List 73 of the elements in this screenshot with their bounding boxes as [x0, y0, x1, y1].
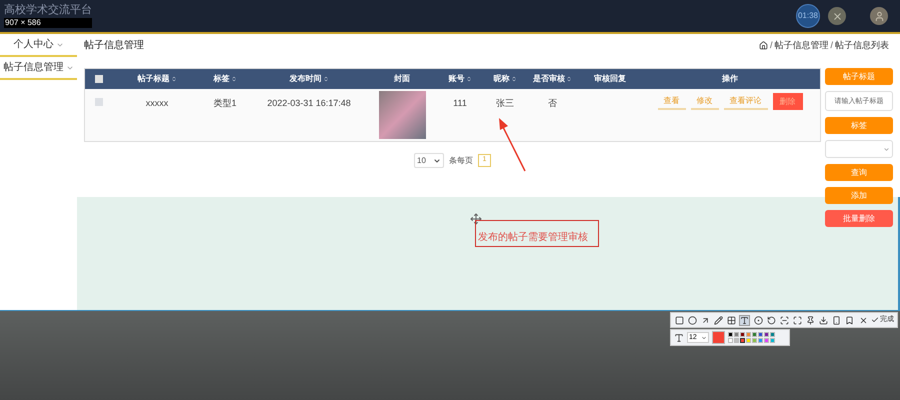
- move-icon[interactable]: [470, 213, 482, 225]
- color-swatch[interactable]: [752, 338, 757, 343]
- select-all-checkbox[interactable]: [95, 75, 103, 83]
- color-swatch[interactable]: [734, 338, 739, 343]
- column-header[interactable]: 发布时间: [290, 73, 322, 85]
- color-swatch[interactable]: [740, 332, 745, 337]
- pencil-icon[interactable]: [713, 314, 724, 326]
- font-icon: [674, 332, 684, 342]
- breadcrumb-item[interactable]: 帖子信息管理: [774, 38, 828, 52]
- caret-icon: [433, 156, 441, 164]
- color-swatch[interactable]: [752, 332, 757, 337]
- close-icon[interactable]: [828, 7, 846, 25]
- table-cell-text: xxxxx: [146, 97, 168, 110]
- color-swatch[interactable]: [764, 338, 769, 343]
- caret-icon: [701, 334, 707, 340]
- app-title: 高校学术交流平台: [4, 4, 92, 18]
- timer-badge: 01:38: [796, 4, 820, 28]
- field-label: 帖子标题: [825, 68, 893, 85]
- breadcrumb-separator: /: [770, 38, 772, 52]
- color-swatch[interactable]: [740, 338, 745, 343]
- page-title: 帖子信息管理: [84, 38, 144, 53]
- breadcrumb-item[interactable]: 帖子信息列表: [835, 38, 889, 52]
- color-swatch[interactable]: [728, 332, 733, 337]
- menu-label: 个人中心: [14, 38, 54, 52]
- circle-icon[interactable]: [687, 314, 698, 326]
- field-label: 标签: [825, 117, 893, 134]
- color-swatch[interactable]: [770, 338, 775, 343]
- current-color-swatch[interactable]: [712, 331, 725, 344]
- avatar-icon[interactable]: [870, 7, 888, 25]
- column-header[interactable]: 帖子标题: [138, 73, 170, 85]
- bookmark-icon[interactable]: [844, 314, 856, 326]
- square-icon[interactable]: [674, 314, 684, 326]
- per-page-label: 条每页: [449, 154, 473, 166]
- column-header[interactable]: 是否审核: [533, 73, 565, 85]
- circle-dot-icon[interactable]: [753, 314, 764, 326]
- column-header[interactable]: 标签: [214, 73, 230, 85]
- column-header: 操作: [722, 73, 738, 85]
- pin-icon[interactable]: [806, 314, 816, 326]
- size-label: 907 × 586: [4, 18, 92, 28]
- color-swatch[interactable]: [734, 332, 739, 337]
- undo-icon[interactable]: [766, 314, 777, 326]
- table-cell-text: 否: [548, 97, 557, 110]
- caret-icon: [883, 146, 890, 152]
- color-swatch[interactable]: [758, 338, 763, 343]
- expand-icon[interactable]: [792, 314, 803, 326]
- column-header: 审核回复: [594, 73, 626, 85]
- mosaic-icon[interactable]: [726, 314, 736, 326]
- color-swatch[interactable]: [764, 332, 769, 337]
- check-icon: [871, 316, 880, 324]
- table-cell-text: 2022-03-31 16:17:48: [267, 97, 351, 110]
- column-header[interactable]: 账号: [448, 73, 464, 85]
- color-swatch[interactable]: [746, 332, 751, 337]
- color-swatch[interactable]: [758, 332, 763, 337]
- page-size-select[interactable]: 10: [414, 153, 444, 168]
- phone-icon[interactable]: [832, 314, 842, 326]
- table-cell-text: 111: [453, 97, 467, 110]
- menu-label: 帖子信息管理: [4, 60, 64, 75]
- row-checkbox[interactable]: [95, 98, 103, 106]
- breadcrumb-separator: /: [830, 38, 833, 52]
- home-icon[interactable]: [758, 41, 768, 50]
- annotation-text: 发布的帖子需要管理审核: [478, 232, 588, 243]
- table-cell-text: 类型1: [213, 97, 236, 110]
- photo-placeholder: [378, 91, 426, 139]
- annotation-arrow: [496, 117, 528, 173]
- text-icon[interactable]: [739, 314, 750, 326]
- color-swatch[interactable]: [746, 338, 751, 343]
- download-icon[interactable]: [818, 314, 829, 326]
- table-cell-text: 张三: [496, 97, 514, 110]
- color-swatch[interactable]: [770, 332, 775, 337]
- column-header[interactable]: 昵称: [494, 73, 510, 85]
- color-swatch[interactable]: [728, 338, 733, 343]
- column-header: 封面: [394, 73, 410, 85]
- scan-icon[interactable]: [780, 314, 790, 326]
